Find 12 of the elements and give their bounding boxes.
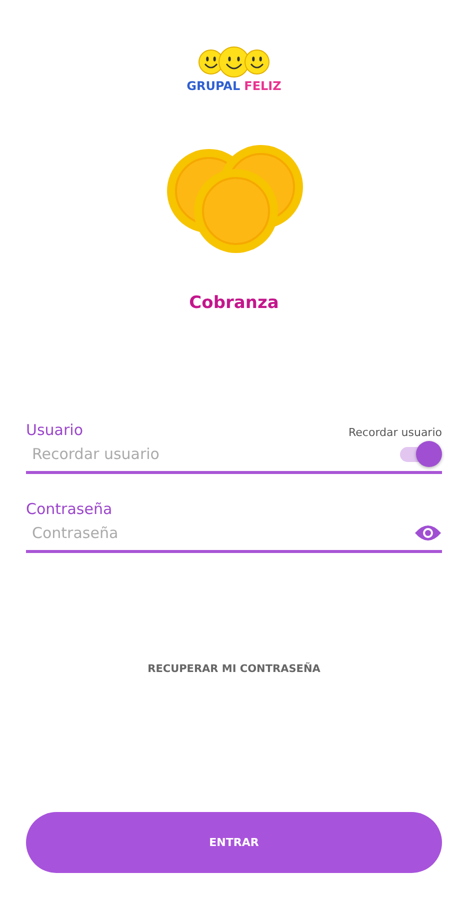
remember-toggle[interactable]	[398, 441, 442, 467]
logo-text: FELIZ	[244, 79, 282, 93]
password-input[interactable]: Contraseña	[26, 520, 414, 546]
recover-password-link[interactable]: RECUPERAR MI CONTRASEÑA	[148, 663, 320, 675]
field-label: Usuario	[26, 421, 84, 439]
app-title: Cobranza	[189, 293, 279, 313]
eye-icon[interactable]	[414, 524, 442, 542]
field-label: Contraseña	[26, 500, 112, 518]
logo-text: GRUPAL	[186, 79, 240, 93]
remember-label: Recordar usuario	[348, 426, 442, 439]
enter-button[interactable]: ENTRAR	[26, 812, 442, 873]
username-input[interactable]: Recordar usuario	[26, 441, 398, 467]
